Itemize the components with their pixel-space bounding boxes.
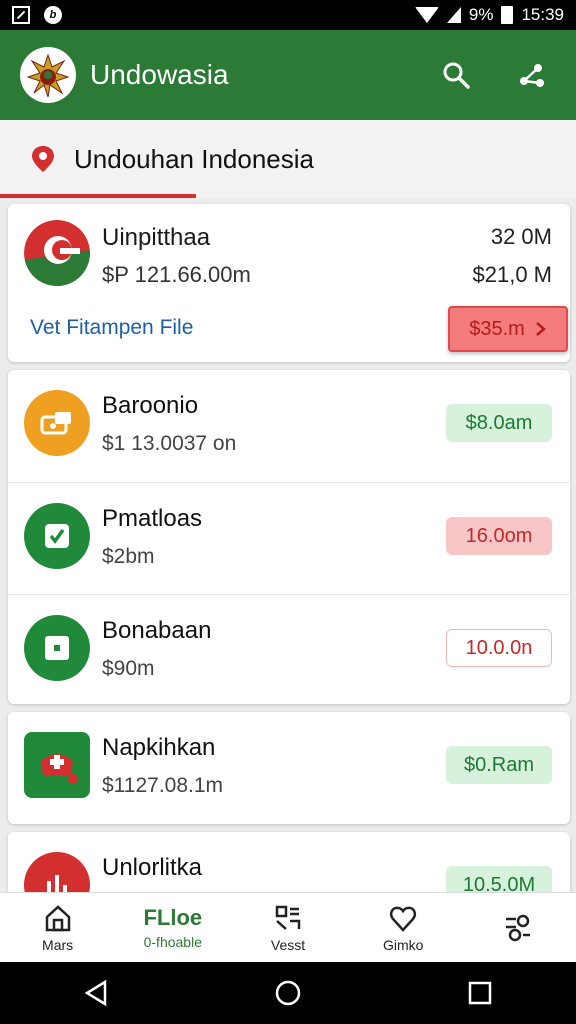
wifi-icon	[414, 7, 439, 23]
nav-item-favorites[interactable]: Gimko	[346, 893, 461, 962]
item-amount: $1 13.0037 on	[102, 432, 237, 455]
featured-action-button[interactable]: $35.m	[448, 306, 568, 352]
nav-label: Vesst	[270, 936, 306, 953]
item-name: Bonabaan	[102, 617, 212, 644]
featured-amount: $P 121.66.00m	[102, 262, 251, 287]
featured-value-bottom: $21,0 M	[472, 262, 553, 287]
battery-icon	[501, 6, 514, 24]
check-icon	[24, 503, 90, 569]
nav-item-active[interactable]: FLloe 0-fhoable	[115, 893, 230, 962]
chevron-right-icon	[535, 322, 546, 336]
featured-button-label: $35.m	[469, 317, 525, 340]
square-dot-icon	[24, 615, 90, 681]
app-bar: Undowasia	[0, 30, 576, 120]
item-name: Baroonio	[102, 392, 199, 419]
list-item[interactable]: Pmatloas $2bm 16.0om	[8, 482, 570, 594]
item-name: Unlorlitka	[102, 854, 203, 881]
section-title: Undouhan Indonesia	[74, 143, 314, 174]
nav-item-home[interactable]: Mars	[0, 893, 115, 962]
item-badge: 10.0.0n	[446, 629, 552, 667]
item-badge: $0.Ram	[446, 746, 552, 784]
app-title: Undowasia	[90, 59, 229, 90]
item-badge: $8.0am	[446, 404, 552, 442]
section-tab[interactable]: Undouhan Indonesia	[0, 120, 576, 198]
list-item[interactable]: Napkihkan $1127.08.1m $0.Ram	[8, 712, 570, 824]
nav-label: Mars	[42, 936, 74, 953]
share-icon[interactable]	[516, 59, 548, 91]
nav-item-grid[interactable]: Vesst	[230, 893, 345, 962]
item-name: Napkihkan	[102, 734, 216, 761]
home-icon	[45, 904, 70, 931]
nav-item-settings[interactable]	[461, 893, 576, 962]
list-card: Napkihkan $1127.08.1m $0.Ram	[8, 712, 570, 824]
flag-logo-icon	[24, 220, 90, 286]
nav-label: Gimko	[382, 936, 424, 953]
item-name: Pmatloas	[102, 505, 203, 532]
item-badge: 16.0om	[446, 517, 552, 555]
heart-icon	[390, 906, 417, 932]
search-icon[interactable]	[440, 59, 472, 91]
nav-active-word: FLloe	[143, 904, 203, 930]
list-card: Baroonio $1 13.0037 on $8.0am Pmatloas $…	[8, 370, 570, 704]
featured-name: Uinpitthaa	[102, 224, 211, 251]
battery-percent: 9%	[468, 5, 494, 24]
camera-icon	[24, 390, 90, 456]
list-item[interactable]: Baroonio $1 13.0037 on $8.0am	[8, 370, 570, 482]
back-icon[interactable]	[81, 978, 111, 1008]
notification-icon: b	[44, 6, 62, 24]
screenshot-icon	[12, 6, 30, 24]
tab-indicator	[0, 194, 196, 198]
item-amount: $2bm	[102, 545, 155, 568]
bottom-nav: Mars FLloe 0-fhoable Vesst Gimko	[0, 892, 576, 962]
recents-icon[interactable]	[465, 978, 495, 1008]
signal-icon	[446, 7, 461, 23]
view-file-link[interactable]: Vet Fitampen File	[30, 316, 193, 340]
list-item[interactable]: Bonabaan $90m 10.0.0n	[8, 594, 570, 706]
featured-card[interactable]: Uinpitthaa $P 121.66.00m 32 0M $21,0 M V…	[8, 204, 570, 362]
location-pin-icon	[32, 146, 54, 172]
featured-value-top: 32 0M	[490, 224, 552, 249]
item-amount: $90m	[102, 657, 155, 680]
status-bar: b 9% 15:39	[0, 0, 576, 30]
home-circle-icon[interactable]	[273, 978, 303, 1008]
item-amount: $1127.08.1m	[102, 774, 224, 797]
grid-icon	[275, 905, 301, 930]
nav-label: 0-fhoable	[143, 933, 202, 950]
system-nav	[0, 962, 576, 1024]
clock: 15:39	[521, 5, 564, 24]
plus-medical-icon	[24, 732, 90, 798]
app-logo	[20, 47, 76, 103]
settings-icon	[506, 914, 531, 941]
